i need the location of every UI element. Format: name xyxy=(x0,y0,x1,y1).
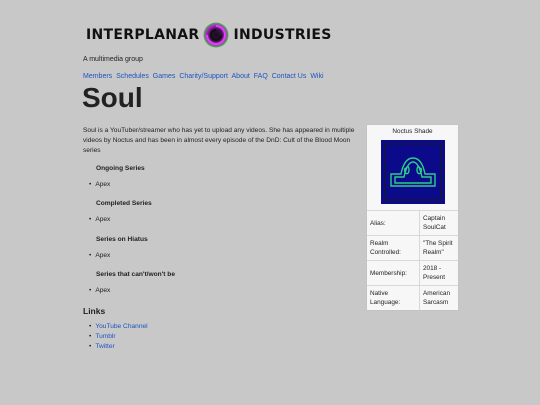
table-row: Realm Controlled: "The Spirit Realm" xyxy=(367,235,458,261)
list-item: Apex xyxy=(89,287,110,294)
nav-faq[interactable]: FAQ xyxy=(254,73,268,80)
emblem-icon xyxy=(380,140,445,204)
table-row: Membership: 2018 - Present xyxy=(367,260,458,286)
nav-members[interactable]: Members xyxy=(83,73,112,80)
tagline: A multimedia group xyxy=(83,56,143,63)
section-heading-ongoing: Ongoing Series xyxy=(96,165,145,172)
nav-wiki[interactable]: Wiki xyxy=(310,73,323,80)
infobox-key: Membership: xyxy=(367,260,420,286)
infobox-image xyxy=(367,138,458,210)
intro-paragraph: Soul is a YouTuber/streamer who has yet … xyxy=(83,127,355,154)
section-heading-cant-wont: Series that can't/won't be xyxy=(96,271,175,278)
infobox-value: Captain SoulCat xyxy=(419,210,458,236)
infobox-value: 2018 - Present xyxy=(419,260,458,286)
brand-name-left[interactable]: INTERPLANAR xyxy=(86,27,199,43)
list-item: Apex xyxy=(89,216,110,223)
infobox-key: Native Language: xyxy=(367,285,420,310)
table-row: Alias: Captain SoulCat xyxy=(367,210,458,236)
list-item: Twitter xyxy=(89,342,148,352)
nav-games[interactable]: Games xyxy=(153,73,176,80)
infobox-key: Alias: xyxy=(367,210,420,236)
twitter-link[interactable]: Twitter xyxy=(95,343,114,350)
infobox: Noctus Shade Alias: Captain SoulCat Real… xyxy=(366,124,459,311)
links-heading: Links xyxy=(83,306,106,316)
logo-icon[interactable] xyxy=(203,22,229,48)
table-row: Native Language: American Sarcasm xyxy=(367,285,458,310)
youtube-link[interactable]: YouTube Channel xyxy=(95,323,147,330)
nav-about[interactable]: About xyxy=(232,73,250,80)
nav-contact-us[interactable]: Contact Us xyxy=(272,73,307,80)
page-title: Soul xyxy=(82,82,143,113)
main-nav: Members Schedules Games Charity/Support … xyxy=(83,73,326,80)
infobox-table: Alias: Captain SoulCat Realm Controlled:… xyxy=(367,210,458,310)
nav-charity-support[interactable]: Charity/Support xyxy=(179,73,228,80)
infobox-title: Noctus Shade xyxy=(392,128,433,135)
infobox-value: "The Spirit Realm" xyxy=(419,235,458,261)
list-item: Tumblr xyxy=(89,332,148,342)
list-item: Apex xyxy=(89,252,110,259)
nav-schedules[interactable]: Schedules xyxy=(116,73,149,80)
section-heading-completed: Completed Series xyxy=(96,200,152,207)
tumblr-link[interactable]: Tumblr xyxy=(95,333,115,340)
list-item: YouTube Channel xyxy=(89,322,147,332)
infobox-value: American Sarcasm xyxy=(419,285,458,310)
site-header: INTERPLANAR INDUSTRIES xyxy=(86,20,332,50)
infobox-key: Realm Controlled: xyxy=(367,235,420,261)
section-heading-hiatus: Series on Hiatus xyxy=(96,236,148,243)
links-list: YouTube Channel Tumblr Twitter xyxy=(89,322,148,352)
list-item: Apex xyxy=(89,181,110,188)
brand-name-right[interactable]: INDUSTRIES xyxy=(233,27,331,43)
